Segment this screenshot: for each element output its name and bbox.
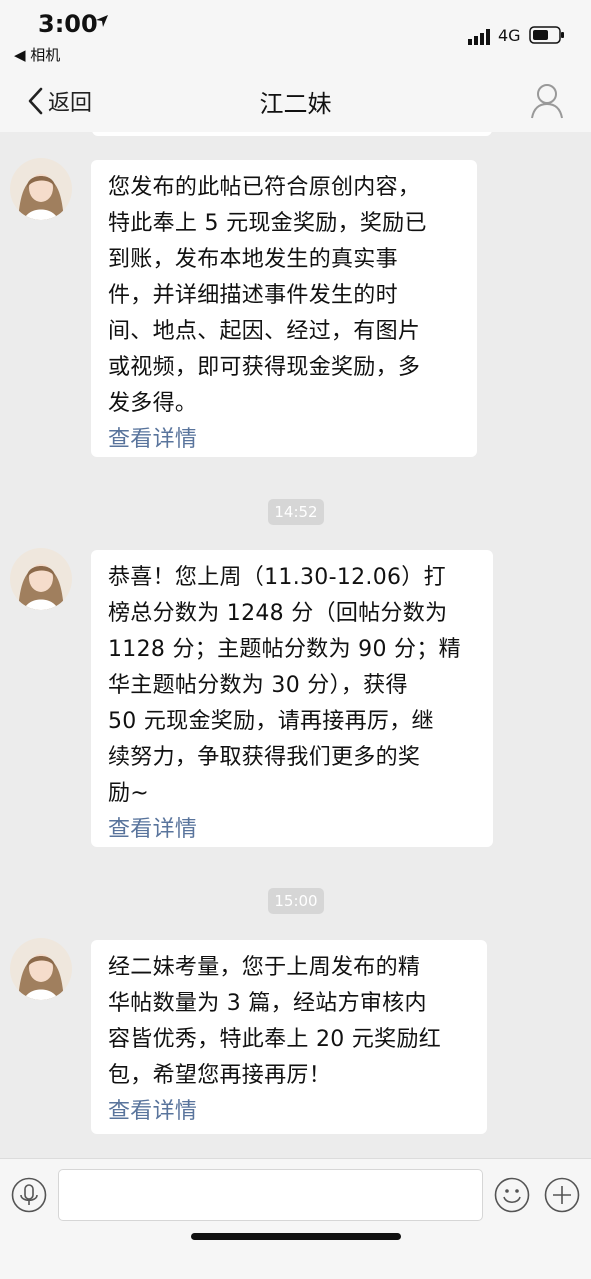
input-bar <box>0 1158 591 1279</box>
message-bubble[interactable]: 经二妹考量，您于上周发布的精 华帖数量为 3 篇，经站方审核内 容皆优秀，特此奉… <box>91 940 487 1134</box>
avatar[interactable] <box>10 548 72 610</box>
avatar[interactable] <box>10 938 72 1000</box>
nav-bar: 返回 江二妹 <box>0 70 591 132</box>
location-arrow-icon <box>96 15 108 27</box>
signal-icon <box>468 29 490 45</box>
timestamp: 15:00 <box>268 888 324 914</box>
status-time: 3:00 <box>38 10 98 38</box>
avatar[interactable] <box>10 158 72 220</box>
view-details-link[interactable]: 查看详情 <box>108 422 461 458</box>
message-text: 您发布的此帖已符合原创内容， 特此奉上 5 元现金奖励，奖励已 到账，发布本地发… <box>108 175 427 416</box>
timestamp: 14:52 <box>268 499 324 525</box>
network-type: 4G <box>498 26 521 45</box>
view-details-link[interactable]: 查看详情 <box>108 812 477 848</box>
battery-icon <box>529 26 564 44</box>
home-indicator[interactable] <box>191 1233 401 1240</box>
previous-message-bubble <box>92 132 492 136</box>
voice-icon[interactable] <box>11 1177 47 1213</box>
page-title: 江二妹 <box>259 90 332 118</box>
status-bar: 3:00 ◀ 相机 4G <box>0 0 591 70</box>
back-to-app-link[interactable]: ◀ 相机 <box>14 44 60 65</box>
view-details-link[interactable]: 查看详情 <box>108 1094 471 1130</box>
emoji-icon[interactable] <box>494 1177 530 1213</box>
message-bubble[interactable]: 恭喜！您上周（11.30-12.06）打 榜总分数为 1248 分（回帖分数为 … <box>91 550 493 847</box>
chat-area[interactable]: 您发布的此帖已符合原创内容， 特此奉上 5 元现金奖励，奖励已 到账，发布本地发… <box>0 132 591 1158</box>
message-text: 恭喜！您上周（11.30-12.06）打 榜总分数为 1248 分（回帖分数为 … <box>108 565 461 806</box>
plus-icon[interactable] <box>544 1177 580 1213</box>
message-text: 经二妹考量，您于上周发布的精 华帖数量为 3 篇，经站方审核内 容皆优秀，特此奉… <box>108 955 442 1088</box>
message-bubble[interactable]: 您发布的此帖已符合原创内容， 特此奉上 5 元现金奖励，奖励已 到账，发布本地发… <box>91 160 477 457</box>
message-input[interactable] <box>58 1169 483 1221</box>
profile-icon[interactable] <box>530 82 564 120</box>
